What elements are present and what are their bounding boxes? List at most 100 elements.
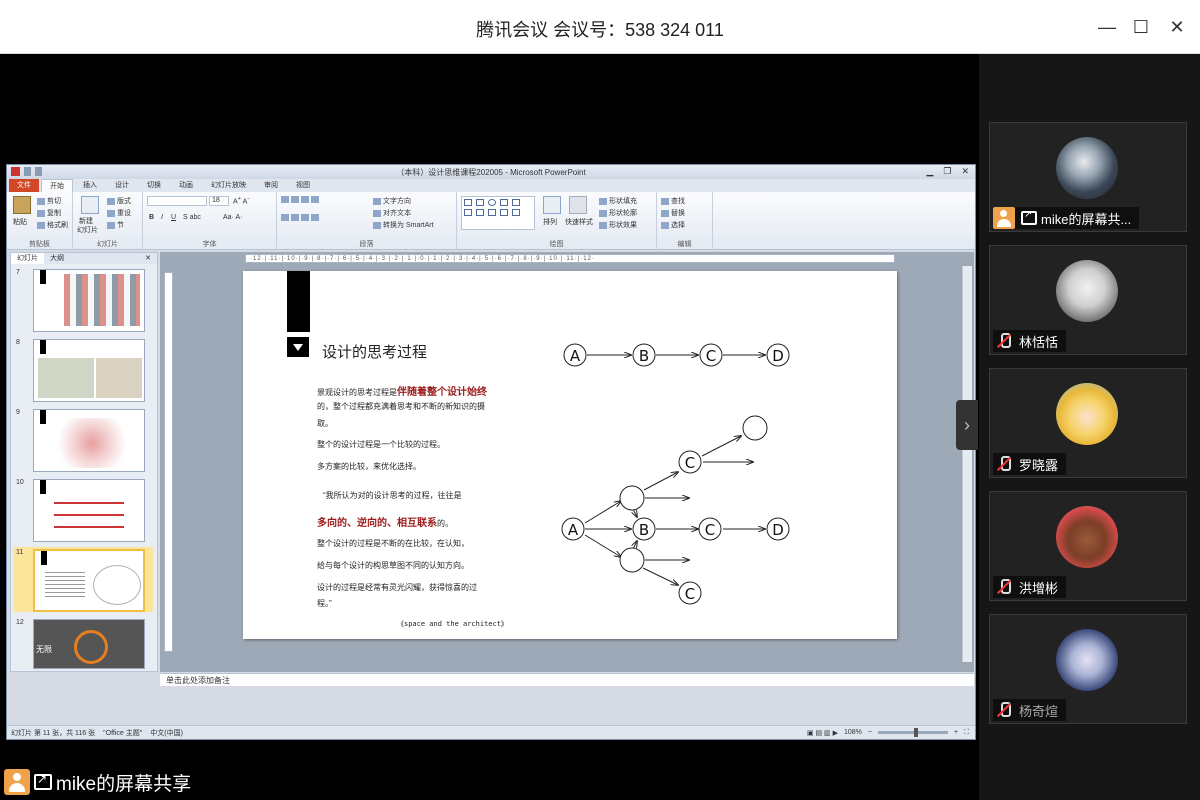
vertical-scrollbar[interactable] — [962, 266, 972, 662]
slide-thumb-7[interactable]: 7 — [13, 267, 153, 332]
brace-shape-icon[interactable] — [512, 209, 520, 216]
node-a: A — [568, 521, 579, 539]
notes-pane[interactable]: 单击此处添加备注 — [160, 673, 974, 686]
flow-diagram[interactable]: A B C D A B C D C C — [243, 271, 897, 639]
shape-outline-button[interactable]: 形状轮廓 — [599, 208, 637, 218]
select-icon — [661, 221, 669, 229]
font-color-button[interactable]: Aa· A· — [223, 214, 242, 221]
shape-fill-button[interactable]: 形状填充 — [599, 196, 637, 206]
tab-insert[interactable]: 插入 — [75, 179, 105, 192]
tab-slides[interactable]: 幻灯片 — [11, 253, 44, 264]
vertical-ruler — [164, 272, 173, 652]
slide-thumb-12[interactable]: 12 无限 — [13, 617, 153, 682]
strikethrough-button[interactable]: S abc — [183, 214, 201, 221]
maximize-button[interactable]: ☐ — [1128, 14, 1154, 40]
slide-thumb-9[interactable]: 9 — [13, 407, 153, 472]
font-grow-icon[interactable]: A+ A- — [233, 196, 249, 205]
ppt-title-bar: （本科）设计思维课程202005 - Microsoft PowerPoint … — [7, 165, 975, 179]
shape-effects-button[interactable]: 形状效果 — [599, 220, 637, 230]
meeting-title: 腾讯会议 会议号：538 324 011 — [476, 20, 724, 40]
triangle-shape-icon[interactable] — [464, 209, 472, 216]
participant-card[interactable]: 罗晓露 — [989, 368, 1187, 478]
view-buttons[interactable]: ▣ ▤ ▥ ▶ — [807, 729, 838, 737]
zoom-in-icon[interactable]: + — [954, 729, 958, 736]
zoom-level[interactable]: 108% — [844, 729, 862, 736]
tab-file[interactable]: 文件 — [9, 179, 39, 192]
text-direction-button[interactable]: 文字方向 — [373, 196, 411, 206]
font-family-select[interactable] — [147, 196, 207, 206]
slide[interactable]: 设计的思考过程 景观设计的思考过程是伴随着整个设计始终 的，整个过程都充满着思考… — [243, 271, 897, 639]
tab-review[interactable]: 审阅 — [256, 179, 286, 192]
italic-button[interactable]: I — [161, 214, 163, 221]
screen-share-icon — [34, 772, 52, 790]
node-c: C — [705, 521, 715, 539]
group-label: 字体 — [202, 241, 217, 248]
star-shape-icon[interactable] — [500, 209, 508, 216]
ppt-restore-icon[interactable]: ❐ — [943, 166, 951, 177]
shapes-gallery[interactable] — [461, 196, 535, 230]
select-button[interactable]: 选择 — [661, 220, 685, 230]
arrow-shape-icon[interactable] — [512, 199, 520, 206]
slide-thumb-8[interactable]: 8 — [13, 337, 153, 402]
oval-shape-icon[interactable] — [488, 199, 496, 206]
elbow-shape-icon[interactable] — [476, 209, 484, 216]
numbering-icon — [291, 196, 299, 203]
section-button[interactable]: 节 — [107, 220, 124, 230]
textbox-shape-icon[interactable] — [476, 199, 484, 206]
paste-button[interactable]: 粘贴 — [13, 217, 27, 227]
quick-styles-icon[interactable] — [569, 196, 587, 214]
new-slide-label: 幻灯片 — [77, 227, 98, 234]
ribbon-tabs: 文件 开始 插入 设计 切换 动画 幻灯片放映 审阅 视图 — [7, 179, 975, 192]
replace-button[interactable]: 替换 — [661, 208, 685, 218]
tab-design[interactable]: 设计 — [107, 179, 137, 192]
align-text-button[interactable]: 对齐文本 — [373, 208, 411, 218]
zoom-out-icon[interactable]: − — [868, 729, 872, 736]
tab-view[interactable]: 视图 — [288, 179, 318, 192]
participant-label: 罗晓露 — [993, 453, 1067, 475]
bracket-shape-icon[interactable] — [488, 209, 496, 216]
arrange-icon[interactable] — [543, 196, 561, 214]
format-painter-button[interactable]: 格式刷 — [37, 220, 68, 230]
font-size-select[interactable]: 18 — [209, 196, 229, 206]
paste-icon[interactable] — [13, 196, 31, 214]
find-icon — [661, 197, 669, 205]
layout-button[interactable]: 版式 — [107, 196, 131, 206]
bullets-button[interactable] — [281, 196, 321, 203]
bold-button[interactable]: B — [149, 214, 154, 221]
pane-close-icon[interactable]: ✕ — [139, 253, 157, 264]
slide-thumb-10[interactable]: 10 — [13, 477, 153, 542]
tab-animations[interactable]: 动画 — [171, 179, 201, 192]
tab-home[interactable]: 开始 — [41, 179, 73, 192]
screen-share-icon — [1021, 209, 1037, 225]
copy-button[interactable]: 复制 — [37, 208, 61, 218]
minimize-button[interactable]: — — [1094, 14, 1120, 40]
slide-thumb-11[interactable]: 11 — [13, 547, 153, 612]
participant-card[interactable]: 杨奇煊 — [989, 614, 1187, 724]
arrange-button[interactable]: 排列 — [543, 217, 557, 227]
participant-card[interactable]: 洪增彬 — [989, 491, 1187, 601]
cut-button[interactable]: 剪切 — [37, 196, 61, 206]
ppt-minimize-icon[interactable]: ▁ — [926, 166, 933, 177]
ppt-window-controls[interactable]: ▁ ❐ ✕ — [926, 166, 969, 177]
reset-button[interactable]: 重设 — [107, 208, 131, 218]
new-slide-icon[interactable] — [81, 196, 99, 214]
participant-card[interactable]: mike的屏幕共... — [989, 122, 1187, 232]
find-button[interactable]: 查找 — [661, 196, 685, 206]
tab-transitions[interactable]: 切换 — [139, 179, 169, 192]
fill-icon — [599, 197, 607, 205]
fit-slide-icon[interactable]: ⛶ — [964, 729, 969, 737]
chevron-right-icon[interactable]: › — [956, 400, 978, 450]
close-button[interactable]: ✕ — [1164, 14, 1190, 40]
tab-slideshow[interactable]: 幻灯片放映 — [203, 179, 254, 192]
underline-button[interactable]: U — [171, 214, 176, 221]
quick-styles-button[interactable]: 快速样式 — [565, 217, 593, 227]
line-shape-icon[interactable] — [500, 199, 508, 206]
rect-shape-icon[interactable] — [464, 199, 472, 206]
ppt-close-icon[interactable]: ✕ — [961, 166, 969, 177]
zoom-slider[interactable] — [878, 728, 948, 737]
align-buttons[interactable] — [281, 214, 321, 221]
smartart-button[interactable]: 转换为 SmartArt — [373, 220, 434, 230]
participant-name: 林恬恬 — [1019, 334, 1059, 350]
tab-outline[interactable]: 大纲 — [44, 253, 70, 264]
participant-card[interactable]: 林恬恬 — [989, 245, 1187, 355]
